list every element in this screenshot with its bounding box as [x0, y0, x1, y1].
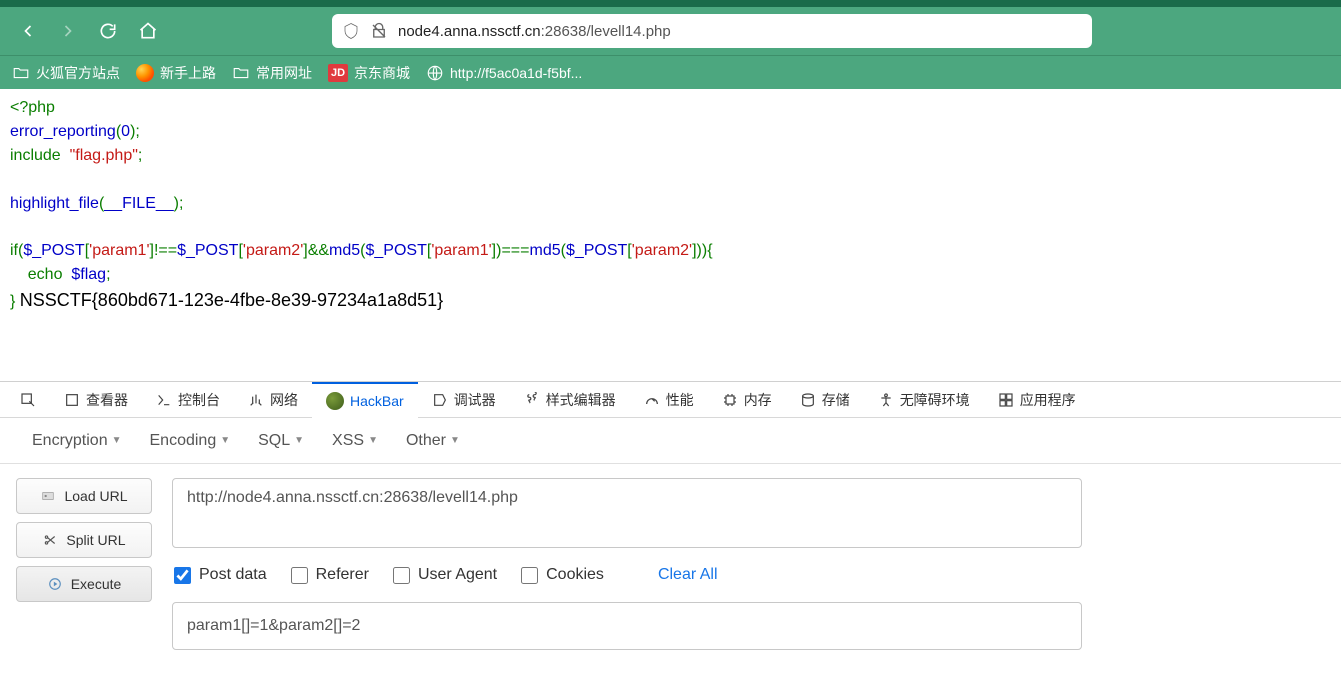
url-bar[interactable]: node4.anna.nssctf.cn:28638/levell14.php — [332, 14, 1092, 48]
hackbar-options: Post data Referer User Agent Cookies Cle… — [172, 566, 1325, 584]
opt-referer[interactable]: Referer — [291, 566, 369, 584]
execute-button[interactable]: Execute — [16, 566, 152, 602]
opt-cookies[interactable]: Cookies — [521, 566, 604, 584]
menu-encryption[interactable]: Encryption▼ — [18, 432, 136, 450]
tab-hackbar[interactable]: HackBar — [312, 382, 418, 418]
reload-button[interactable] — [92, 15, 124, 47]
insecure-icon — [370, 22, 388, 40]
firefox-icon — [136, 64, 154, 82]
hackbar-url-input[interactable] — [172, 478, 1082, 548]
tab-application[interactable]: 应用程序 — [984, 382, 1090, 418]
bookmark-item[interactable]: http://f5ac0a1d-f5bf... — [426, 64, 582, 82]
home-button[interactable] — [132, 15, 164, 47]
tab-storage[interactable]: 存储 — [786, 382, 864, 418]
shield-icon — [342, 22, 360, 40]
page-content: <?php error_reporting(0); include "flag.… — [0, 89, 1341, 381]
globe-icon — [426, 64, 444, 82]
split-url-button[interactable]: Split URL — [16, 522, 152, 558]
bookmark-bar: 火狐官方站点 新手上路 常用网址 JD京东商城 http://f5ac0a1d-… — [0, 55, 1341, 89]
tab-console[interactable]: 控制台 — [142, 382, 234, 418]
play-icon — [47, 576, 63, 592]
flag-output: NSSCTF{860bd671-123e-4fbe-8e39-97234a1a8… — [20, 290, 443, 310]
menu-encoding[interactable]: Encoding▼ — [136, 432, 245, 450]
url-text: node4.anna.nssctf.cn:28638/levell14.php — [398, 23, 671, 40]
jd-icon: JD — [328, 64, 348, 82]
load-url-button[interactable]: Load URL — [16, 478, 152, 514]
bookmark-item[interactable]: JD京东商城 — [328, 63, 410, 83]
devtools-toolbar: 查看器 控制台 网络 HackBar 调试器 样式编辑器 性能 内存 存储 无障… — [0, 382, 1341, 418]
tab-network[interactable]: 网络 — [234, 382, 312, 418]
menu-sql[interactable]: SQL▼ — [244, 432, 318, 450]
folder-icon — [232, 64, 250, 82]
tab-strip — [0, 0, 1341, 7]
hackbar-postdata-input[interactable] — [172, 602, 1082, 650]
hackbar-icon — [326, 392, 344, 410]
devtools-panel: 查看器 控制台 网络 HackBar 调试器 样式编辑器 性能 内存 存储 无障… — [0, 381, 1341, 695]
bookmark-item[interactable]: 火狐官方站点 — [12, 63, 120, 83]
back-button[interactable] — [12, 15, 44, 47]
folder-icon — [12, 64, 30, 82]
tab-style-editor[interactable]: 样式编辑器 — [510, 382, 630, 418]
bookmark-item[interactable]: 新手上路 — [136, 63, 216, 83]
hackbar-buttons: Load URL Split URL Execute — [16, 478, 152, 695]
load-icon — [40, 488, 56, 504]
tab-performance[interactable]: 性能 — [630, 382, 708, 418]
opt-post[interactable]: Post data — [174, 566, 267, 584]
clear-all-link[interactable]: Clear All — [658, 566, 718, 584]
devtools-picker[interactable] — [6, 382, 50, 418]
hackbar-fields: Post data Referer User Agent Cookies Cle… — [172, 478, 1325, 695]
hackbar-menu-bar: Encryption▼ Encoding▼ SQL▼ XSS▼ Other▼ — [0, 418, 1341, 464]
tab-accessibility[interactable]: 无障碍环境 — [864, 382, 984, 418]
opt-useragent[interactable]: User Agent — [393, 566, 497, 584]
browser-toolbar: node4.anna.nssctf.cn:28638/levell14.php — [0, 7, 1341, 55]
forward-button[interactable] — [52, 15, 84, 47]
menu-other[interactable]: Other▼ — [392, 432, 474, 450]
tab-inspector[interactable]: 查看器 — [50, 382, 142, 418]
menu-xss[interactable]: XSS▼ — [318, 432, 392, 450]
scissors-icon — [42, 532, 58, 548]
tab-debugger[interactable]: 调试器 — [418, 382, 510, 418]
hackbar-body: Load URL Split URL Execute Post data Ref… — [0, 464, 1341, 695]
bookmark-item[interactable]: 常用网址 — [232, 63, 312, 83]
tab-memory[interactable]: 内存 — [708, 382, 786, 418]
